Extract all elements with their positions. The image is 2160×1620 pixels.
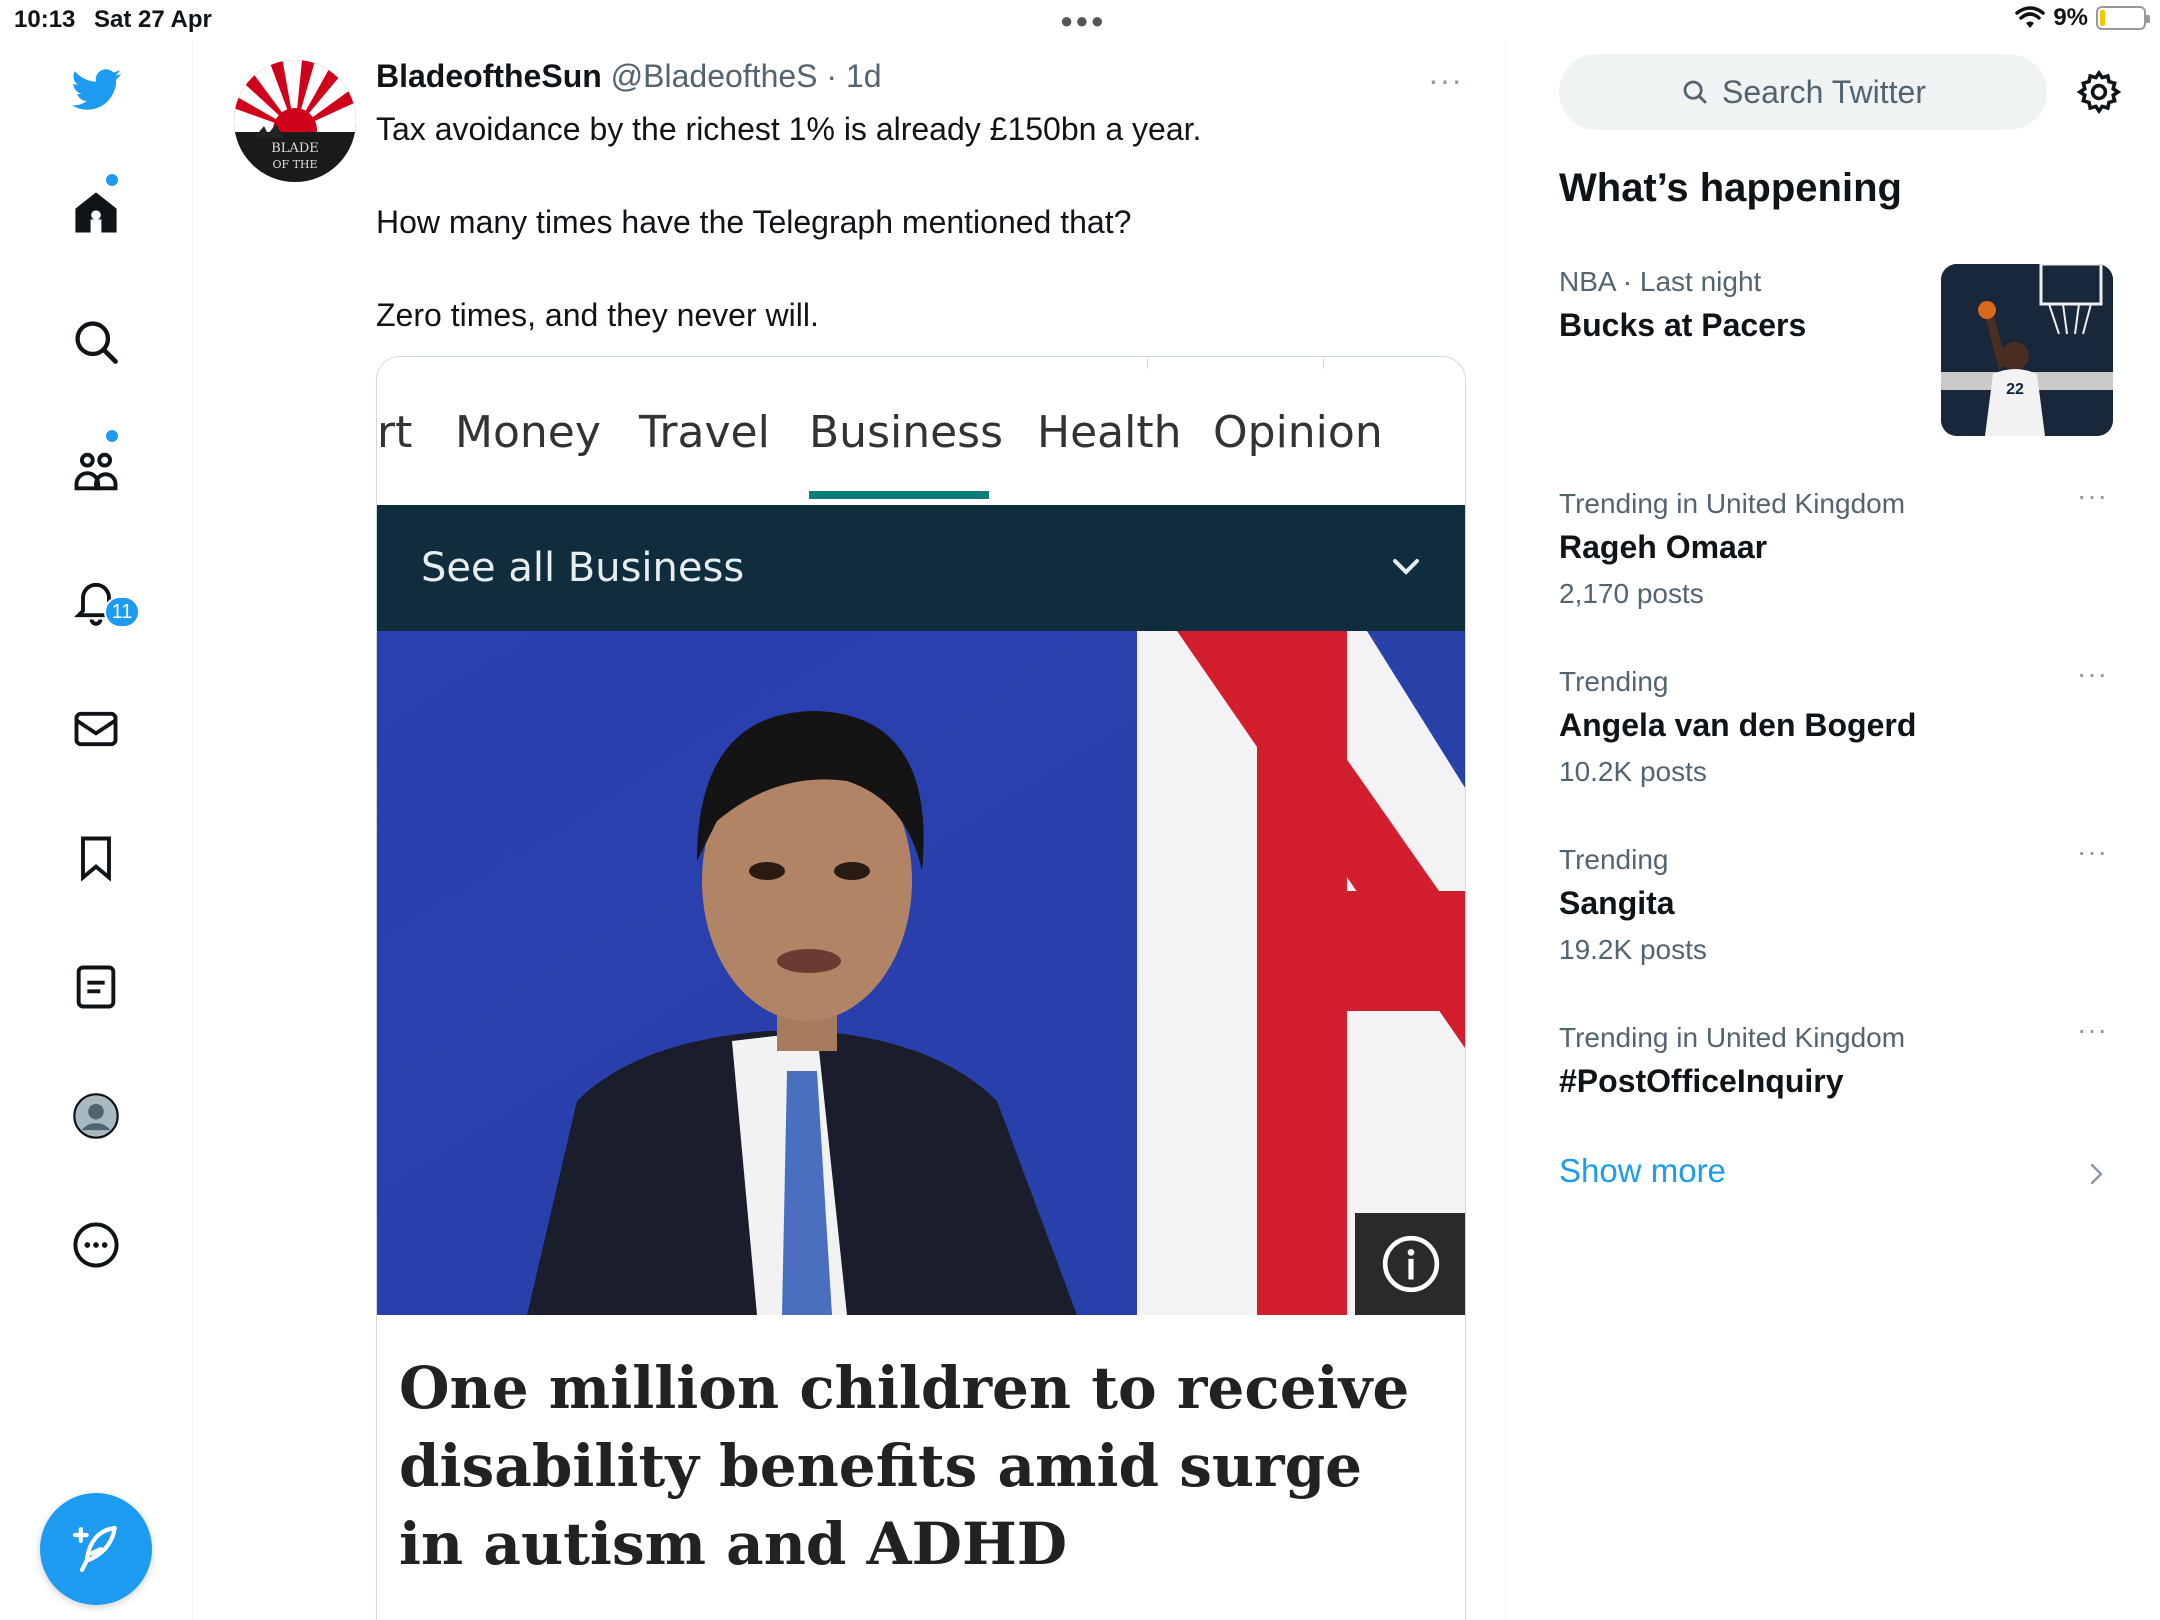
twitter-logo-icon[interactable] (66, 60, 126, 120)
tweet-more-options-icon[interactable]: ··· (1428, 62, 1463, 99)
multitasking-dots-icon[interactable]: ●●● (1060, 8, 1106, 34)
communities-icon[interactable] (66, 441, 126, 501)
telegraph-tab: Money (455, 407, 601, 458)
trend-post-count: 19.2K posts (1559, 934, 1707, 965)
communities-notification-dot (106, 430, 118, 442)
search-icon (1683, 80, 1707, 104)
trend-meta: Trending in United Kingdom (1559, 1022, 1906, 1053)
trend-meta: Trending (1559, 844, 1669, 875)
chevron-down-icon (1393, 559, 1419, 575)
whats-happening-title: What’s happening (1559, 166, 1902, 210)
trend-meta: Trending in United Kingdom (1559, 488, 1906, 519)
bookmarks-icon[interactable] (66, 828, 126, 888)
compose-tweet-icon (72, 1525, 117, 1573)
tweet-author-handle[interactable]: @BladeoftheS (611, 58, 818, 94)
trend-post-count: 10.2K posts (1559, 756, 1707, 787)
trend-thumbnail[interactable]: 22 (1941, 264, 2113, 436)
article-photo (377, 631, 1465, 1315)
tweet-text-line: Zero times, and they never will. (376, 297, 819, 333)
telegraph-tab: Travel (639, 407, 770, 458)
search-placeholder: Search Twitter (1722, 73, 1926, 110)
trend-post-count: 2,170 posts (1559, 578, 1704, 609)
avatar-logo-text: BLADE (271, 141, 319, 156)
trend-meta: Trending (1559, 666, 1669, 697)
profile-icon[interactable] (66, 1086, 126, 1146)
tweet-text: Tax avoidance by the richest 1% is alrea… (376, 106, 1201, 385)
svg-text:22: 22 (2006, 381, 2024, 398)
battery-icon (2096, 6, 2150, 30)
status-date: Sat 27 Apr (94, 6, 212, 33)
trend-item[interactable]: Trending Angela van den Bogerd 10.2K pos… (1559, 662, 2119, 796)
status-bar: 10:13 Sat 27 Apr ●●● 9% (0, 0, 2160, 40)
telegraph-tab: Opinion (1213, 407, 1383, 458)
tweet-text-line: Tax avoidance by the richest 1% is alrea… (376, 111, 1202, 147)
tweet-timestamp[interactable]: · 1d (826, 58, 881, 94)
trend-more-options-icon[interactable]: ··· (2077, 480, 2108, 512)
telegraph-section-bar: See all Business (377, 505, 1465, 631)
status-time: 10:13 (14, 6, 76, 33)
trend-item[interactable]: Trending in United Kingdom Rageh Omaar 2… (1559, 484, 2119, 618)
left-navigation: 11 (0, 40, 193, 1620)
trend-more-options-icon[interactable]: ··· (2077, 836, 2108, 868)
tweet-header: BladeoftheSun @BladeoftheS · 1d (376, 58, 882, 95)
svg-text:OF THE: OF THE (272, 158, 317, 171)
trend-more-options-icon[interactable]: ··· (2077, 658, 2108, 690)
trend-item[interactable]: Trending Sangita 19.2K posts (1559, 840, 2119, 974)
tweet-text-line: How many times have the Telegraph mentio… (376, 204, 1132, 240)
tweet-media-image[interactable]: rt Money Travel Business Health Opinion … (376, 356, 1466, 1620)
trend-title: Angela van den Bogerd (1559, 707, 1917, 743)
compose-tweet-button[interactable] (40, 1493, 152, 1605)
lists-icon[interactable] (66, 957, 126, 1017)
battery-percent: 9% (2053, 4, 2088, 31)
chevron-right-icon[interactable] (2087, 1160, 2107, 1188)
trend-title: Rageh Omaar (1559, 529, 1768, 565)
show-more-link[interactable]: Show more (1559, 1152, 1726, 1190)
settings-gear-icon[interactable] (2075, 68, 2123, 121)
trend-item[interactable]: Trending in United Kingdom #PostOfficeIn… (1559, 1018, 2119, 1104)
wifi-icon (2015, 6, 2046, 28)
search-input[interactable]: Search Twitter (1559, 54, 2047, 130)
telegraph-tab-active: Business (809, 407, 1004, 458)
active-tab-underline (809, 491, 989, 499)
article-headline: One million children to receive disabili… (399, 1354, 1410, 1578)
more-icon[interactable] (66, 1215, 126, 1275)
trend-more-options-icon[interactable]: ··· (2077, 1014, 2108, 1046)
telegraph-tab: Health (1037, 407, 1182, 458)
status-right: 9% (2015, 4, 2150, 32)
tweet-author-name[interactable]: BladeoftheSun (376, 58, 602, 94)
section-bar-label: See all Business (421, 545, 745, 591)
timeline-column: BLADE OF THE BladeoftheSun @BladeoftheS … (194, 40, 1506, 1620)
notification-count-badge: 11 (104, 596, 140, 628)
telegraph-tab: rt (377, 407, 413, 458)
telegraph-nav: rt Money Travel Business Health Opinion (377, 357, 1465, 505)
home-icon[interactable] (66, 183, 126, 243)
messages-icon[interactable] (66, 699, 126, 759)
tweet-author-avatar[interactable]: BLADE OF THE (234, 60, 356, 182)
right-sidebar: Search Twitter What’s happening NBA · La… (1507, 40, 2160, 1620)
info-icon[interactable] (1355, 1213, 1465, 1315)
search-icon[interactable] (66, 312, 126, 372)
trend-title: #PostOfficeInquiry (1559, 1063, 1844, 1099)
home-notification-dot (106, 174, 118, 186)
trend-title: Sangita (1559, 885, 1675, 921)
